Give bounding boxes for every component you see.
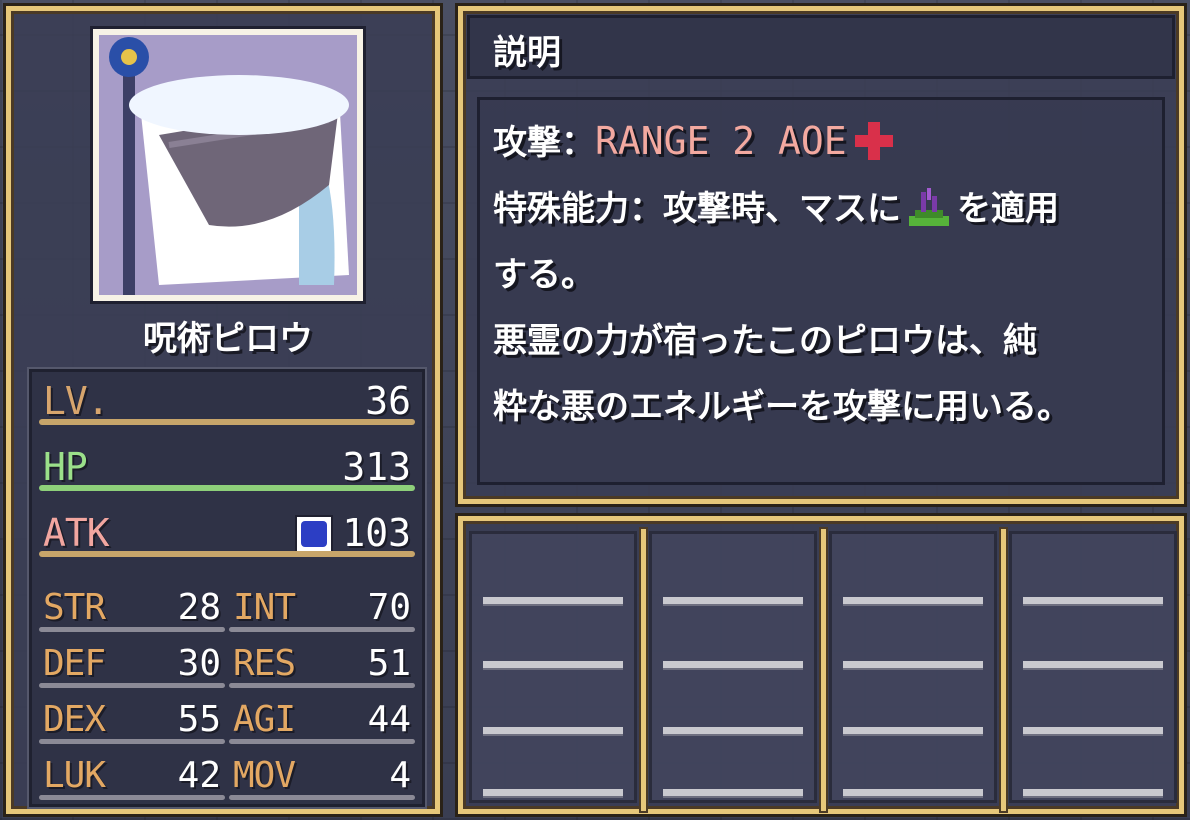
- stat-res: RES 51: [229, 639, 415, 693]
- atk-bar: [39, 551, 415, 557]
- special-suffix: を適用: [957, 189, 1059, 229]
- str-label: STR: [43, 587, 106, 628]
- unit-status-panel: 呪術ピロウ LV. 36 HP 313 ATK 103 STR 28 INT 7…: [6, 6, 440, 814]
- str-bar: [39, 627, 225, 632]
- slot-4[interactable]: [1009, 531, 1177, 803]
- stat-str: STR 28: [39, 583, 225, 637]
- unit-name: 呪術ピロウ: [143, 319, 313, 359]
- stats-box: LV. 36 HP 313 ATK 103 STR 28 INT 70 DEF …: [29, 369, 425, 807]
- res-value: 51: [367, 643, 411, 684]
- dex-bar: [39, 739, 225, 744]
- slot-line: [1023, 727, 1163, 734]
- def-bar: [39, 683, 225, 688]
- luk-bar: [39, 795, 225, 800]
- slot-line: [1023, 597, 1163, 604]
- attack-prefix: 攻撃：: [493, 123, 595, 163]
- stat-row-lv: LV. 36: [39, 373, 415, 431]
- slot-divider: [821, 529, 826, 811]
- lv-value: 36: [365, 379, 411, 423]
- slot-3[interactable]: [829, 531, 997, 803]
- description-title: 説明: [493, 33, 561, 73]
- pillow-sorcerer-portrait-icon: [99, 35, 357, 295]
- lv-bar: [39, 419, 415, 425]
- slot-line: [843, 727, 983, 734]
- int-bar: [229, 627, 415, 632]
- agi-value: 44: [367, 699, 411, 740]
- atk-label: ATK: [43, 511, 110, 555]
- slot-line: [843, 597, 983, 604]
- attack-line: 攻撃：RANGE 2 AOE: [493, 115, 893, 164]
- flavor-line-2: 粋な悪のエネルギーを攻撃に用いる。: [493, 387, 1071, 427]
- stat-def: DEF 30: [39, 639, 225, 693]
- unit-portrait: [93, 29, 363, 301]
- slot-line: [483, 661, 623, 668]
- str-value: 28: [177, 587, 221, 628]
- luk-label: LUK: [43, 755, 106, 796]
- luk-value: 42: [177, 755, 221, 796]
- magic-damage-icon: [297, 517, 331, 551]
- slot-line: [483, 727, 623, 734]
- slot-divider: [1001, 529, 1006, 811]
- slot-line: [843, 661, 983, 668]
- res-bar: [229, 683, 415, 688]
- description-panel: 説明 攻撃：RANGE 2 AOE 特殊能力：攻撃時、マスに を適用 する。 悪霊…: [458, 6, 1184, 504]
- slot-line: [1023, 661, 1163, 668]
- int-label: INT: [233, 587, 296, 628]
- slot-line: [663, 789, 803, 796]
- slot-2[interactable]: [649, 531, 817, 803]
- description-body: 攻撃：RANGE 2 AOE 特殊能力：攻撃時、マスに を適用 する。 悪霊の力が…: [477, 97, 1165, 485]
- mov-label: MOV: [233, 755, 296, 796]
- def-label: DEF: [43, 643, 106, 684]
- slot-line: [483, 597, 623, 604]
- flavor-line-1: 悪霊の力が宿ったこのピロウは、純: [493, 321, 1037, 361]
- slot-line: [663, 597, 803, 604]
- slot-divider: [641, 529, 646, 811]
- slot-line: [1023, 789, 1163, 796]
- mov-value: 4: [389, 755, 411, 796]
- slot-1[interactable]: [469, 531, 637, 803]
- hp-value: 313: [342, 445, 411, 489]
- dex-value: 55: [177, 699, 221, 740]
- agi-bar: [229, 739, 415, 744]
- portrait-art: [109, 37, 349, 295]
- stat-int: INT 70: [229, 583, 415, 637]
- attack-range: RANGE 2 AOE: [595, 119, 847, 163]
- agi-label: AGI: [233, 699, 296, 740]
- stat-dex: DEX 55: [39, 695, 225, 749]
- description-header: 説明: [467, 15, 1175, 79]
- atk-value: 103: [342, 511, 411, 555]
- dex-label: DEX: [43, 699, 106, 740]
- stat-agi: AGI 44: [229, 695, 415, 749]
- def-value: 30: [177, 643, 221, 684]
- slot-line: [663, 661, 803, 668]
- stat-row-hp: HP 313: [39, 439, 415, 497]
- item-slots-panel: [458, 516, 1184, 814]
- int-value: 70: [367, 587, 411, 628]
- curse-tile-icon: [907, 188, 951, 228]
- res-label: RES: [233, 643, 296, 684]
- hp-label: HP: [43, 445, 88, 489]
- mov-bar: [229, 795, 415, 800]
- stat-mov: MOV 4: [229, 751, 415, 805]
- slot-line: [663, 727, 803, 734]
- lv-label: LV.: [43, 379, 110, 423]
- stat-row-atk: ATK 103: [39, 505, 415, 563]
- aoe-cross-icon: [854, 122, 893, 160]
- slot-line: [843, 789, 983, 796]
- special-prefix: 特殊能力：攻撃時、マスに: [493, 189, 901, 229]
- hp-bar: [39, 485, 415, 491]
- slot-line: [483, 789, 623, 796]
- stat-luk: LUK 42: [39, 751, 225, 805]
- special-line: 特殊能力：攻撃時、マスに を適用: [493, 181, 1059, 230]
- special-line-2: する。: [493, 255, 595, 295]
